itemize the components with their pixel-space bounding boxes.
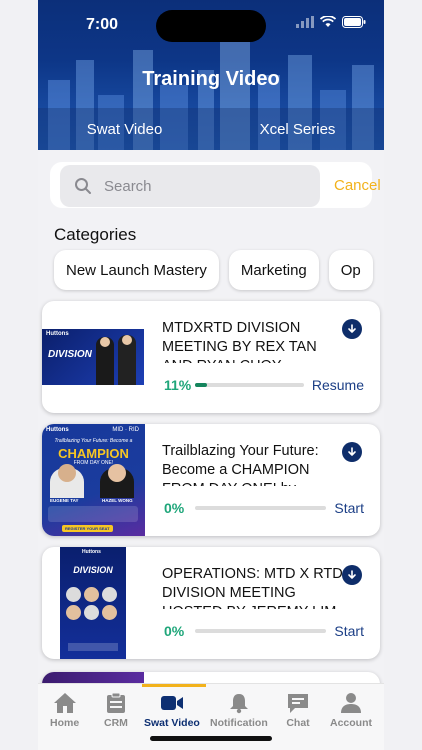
progress-bar-fill: [195, 383, 208, 387]
category-chips: New Launch Mastery Marketing Op: [54, 250, 373, 290]
search-input[interactable]: [104, 177, 294, 195]
page-title: Training Video: [142, 68, 280, 90]
thumbnail-face: [108, 464, 126, 482]
nav-account[interactable]: Account: [330, 692, 372, 729]
nav-label: Account: [330, 717, 372, 729]
nav-notification[interactable]: Notification: [210, 692, 268, 729]
thumbnail-subheading: FROM DAY ONE!: [73, 460, 114, 466]
download-icon[interactable]: [342, 442, 362, 462]
nav-swat-video[interactable]: Swat Video: [144, 692, 200, 729]
search-field[interactable]: [60, 165, 320, 207]
thumbnail-tag: MID · RID: [112, 427, 139, 433]
video-card[interactable]: Huttons MID · RID Trailblazing Your Futu…: [42, 424, 380, 536]
thumbnail-face: [58, 464, 76, 482]
search-bar: Cancel: [50, 162, 381, 208]
video-card[interactable]: Huttons DIVISION MTDXRTD DIVISION MEETIN…: [42, 301, 380, 413]
status-bar: 7:00: [38, 0, 384, 50]
thumbnail-heading: DIVISION: [73, 565, 113, 575]
progress-bar: [195, 629, 327, 633]
video-title: Trailblazing Your Future: Become a CHAMP…: [162, 443, 319, 486]
thumbnail-subheading: Trailblazing Your Future: Become a: [54, 438, 133, 444]
clipboard-icon: [106, 692, 125, 713]
battery-icon: [342, 16, 366, 28]
progress-percent: 0%: [164, 500, 185, 516]
wifi-icon: [320, 16, 336, 27]
thumbnail-details-box: [48, 506, 138, 522]
video-card[interactable]: Huttons DIVISION OPERATIONS: MTD X RTD D…: [42, 547, 380, 659]
nav-label: Home: [50, 717, 80, 729]
progress-row: 0% Start: [164, 623, 364, 639]
thumbnail-person-name: HAZEL WONG: [102, 498, 133, 503]
progress-bar: [195, 383, 304, 387]
dynamic-island: [156, 10, 266, 42]
video-title: MTDXRTD DIVISION MEETING By Rex Tan and …: [162, 320, 317, 363]
progress-bar: [195, 506, 327, 510]
thumbnail-heading: DIVISION: [48, 349, 92, 360]
video-type-tabs: Swat Video Xcel Series: [38, 108, 384, 150]
progress-percent: 0%: [164, 623, 185, 639]
nav-home[interactable]: Home: [50, 692, 79, 729]
nav-label: Swat Video: [144, 717, 200, 729]
nav-crm[interactable]: CRM: [104, 692, 128, 729]
thumbnail-brand: Huttons: [46, 427, 69, 433]
chat-icon: [288, 694, 308, 713]
tab-swat-video[interactable]: Swat Video: [38, 108, 211, 150]
start-button[interactable]: Start: [334, 623, 364, 639]
active-tab-indicator: [142, 684, 206, 687]
header: 7:00 Training Video Swat Video Xcel Seri…: [38, 0, 384, 150]
thumbnail-brand: Huttons: [82, 549, 101, 555]
status-icons: [296, 16, 366, 28]
video-thumbnail: Huttons MID · RID Trailblazing Your Futu…: [42, 424, 145, 536]
person-icon: [341, 693, 361, 713]
thumbnail-face: [100, 337, 110, 347]
home-indicator: [150, 736, 272, 741]
cancel-button[interactable]: Cancel: [334, 177, 381, 194]
category-chip-operations[interactable]: Op: [328, 250, 373, 290]
thumbnail-footer: [68, 643, 118, 651]
video-thumbnail: Huttons DIVISION: [60, 547, 126, 659]
thumbnail-face: [122, 335, 132, 345]
start-button[interactable]: Start: [334, 500, 364, 516]
nav-chat[interactable]: Chat: [286, 692, 310, 729]
thumbnail-person-name: EUGENE TAY: [50, 498, 79, 503]
category-chip-new-launch-mastery[interactable]: New Launch Mastery: [54, 250, 219, 290]
category-chip-marketing[interactable]: Marketing: [228, 250, 319, 290]
categories-heading: Categories: [54, 225, 137, 244]
status-time: 7:00: [86, 16, 119, 33]
app-screen: 7:00 Training Video Swat Video Xcel Seri…: [38, 0, 384, 750]
nav-label: Chat: [286, 717, 310, 729]
video-thumbnail: Huttons DIVISION: [42, 329, 144, 385]
progress-row: 0% Start: [164, 500, 364, 516]
home-icon: [53, 693, 76, 713]
nav-label: CRM: [104, 717, 128, 729]
nav-label: Notification: [210, 717, 268, 729]
bell-icon: [229, 694, 248, 714]
download-icon[interactable]: [342, 319, 362, 339]
video-title: OPERATIONS: MTD X RTD DIVISION MEETING H…: [162, 566, 343, 609]
tab-xcel-series[interactable]: Xcel Series: [211, 108, 384, 150]
resume-button[interactable]: Resume: [312, 377, 364, 393]
search-icon: [74, 177, 92, 195]
thumbnail-brand: Huttons: [46, 331, 69, 337]
video-camera-icon: [160, 696, 183, 710]
download-icon[interactable]: [342, 565, 362, 585]
signal-icon: [296, 16, 314, 28]
thumbnail-heading: CHAMPION: [58, 446, 129, 461]
thumbnail-person-grid: [66, 587, 120, 620]
progress-percent: 11%: [164, 377, 192, 393]
thumbnail-cta: REGISTER YOUR SEAT: [62, 525, 113, 532]
progress-row: 11% Resume: [164, 377, 364, 393]
